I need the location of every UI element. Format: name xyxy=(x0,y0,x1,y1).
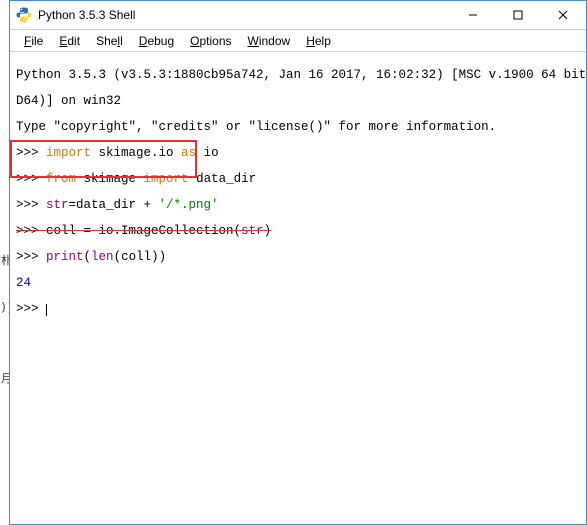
text-cursor xyxy=(46,304,47,316)
window-title: Python 3.5.3 Shell xyxy=(38,8,450,22)
menubar: File Edit Shell Debug Options Window Hel… xyxy=(10,30,586,52)
minimize-button[interactable] xyxy=(450,1,495,29)
banner-line: Python 3.5.3 (v3.5.3:1880cb95a742, Jan 1… xyxy=(16,69,580,82)
banner-line: Type "copyright", "credits" or "license(… xyxy=(16,121,580,134)
output-line: 24 xyxy=(16,277,580,290)
code-line: >>> from skimage import data_dir xyxy=(16,173,580,186)
close-button[interactable] xyxy=(540,1,586,29)
menu-file[interactable]: File xyxy=(16,32,51,50)
menu-help[interactable]: Help xyxy=(298,32,339,50)
menu-options[interactable]: Options xyxy=(182,32,239,50)
banner-line: D64)] on win32 xyxy=(16,95,580,108)
menu-window[interactable]: Window xyxy=(240,32,299,50)
menu-edit[interactable]: Edit xyxy=(51,32,88,50)
external-window-fragment: 朴 )) 月 xyxy=(0,0,9,525)
python-icon xyxy=(16,7,32,23)
code-line: >>> import skimage.io as io xyxy=(16,147,580,160)
prompt-line: >>> xyxy=(16,303,580,316)
python-shell-window: Python 3.5.3 Shell File Edit Shell Debug… xyxy=(9,0,587,525)
window-controls xyxy=(450,1,586,29)
menu-shell[interactable]: Shell xyxy=(88,32,131,50)
titlebar: Python 3.5.3 Shell xyxy=(10,1,586,30)
menu-debug[interactable]: Debug xyxy=(131,32,182,50)
code-line: >>> print(len(coll)) xyxy=(16,251,580,264)
code-line: >>> str=data_dir + '/*.png' xyxy=(16,199,580,212)
maximize-button[interactable] xyxy=(495,1,540,29)
shell-content[interactable]: Python 3.5.3 (v3.5.3:1880cb95a742, Jan 1… xyxy=(10,52,586,524)
code-line: >>> coll = io.ImageCollection(str) xyxy=(16,225,580,238)
